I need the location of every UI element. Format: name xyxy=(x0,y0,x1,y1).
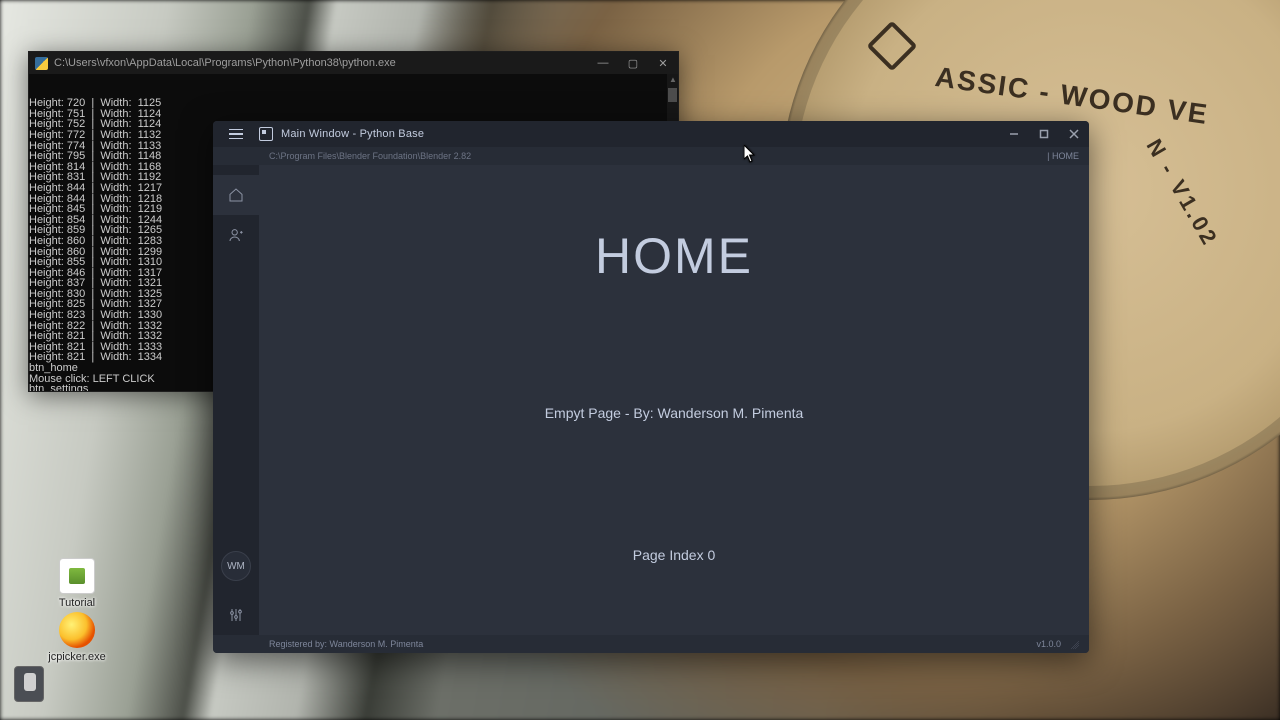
pybase-titlebar[interactable]: Main Window - Python Base xyxy=(213,121,1089,147)
status-version: v1.0.0 xyxy=(1036,639,1061,649)
sidebar-item-user[interactable] xyxy=(213,215,259,255)
sidebar: WM xyxy=(213,165,259,635)
resize-grip[interactable] xyxy=(1069,639,1079,649)
python-icon xyxy=(35,57,48,70)
minimize-button[interactable]: — xyxy=(588,52,618,74)
scroll-thumb[interactable] xyxy=(668,88,677,102)
folder-icon xyxy=(59,558,95,594)
pybase-window: Main Window - Python Base C:\Program Fil… xyxy=(213,121,1089,653)
desktop-icon-label: jcpicker.exe xyxy=(42,651,112,663)
home-icon xyxy=(228,187,244,203)
page-index-label: Page Index 0 xyxy=(633,547,716,563)
page-heading: HOME xyxy=(595,227,753,285)
taskbar-item[interactable] xyxy=(14,666,44,702)
console-title: C:\Users\vfxon\AppData\Local\Programs\Py… xyxy=(54,57,396,69)
sliders-icon xyxy=(228,607,244,623)
color-picker-icon xyxy=(59,612,95,648)
status-registered: Registered by: Wanderson M. Pimenta xyxy=(269,639,423,649)
current-path: C:\Program Files\Blender Foundation\Blen… xyxy=(269,151,471,161)
console-titlebar[interactable]: C:\Users\vfxon\AppData\Local\Programs\Py… xyxy=(29,52,678,74)
desktop-icon-jcpicker[interactable]: jcpicker.exe xyxy=(42,612,112,663)
minimize-button[interactable] xyxy=(999,121,1029,147)
page-content: HOME Empyt Page - By: Wanderson M. Pimen… xyxy=(259,165,1089,635)
app-icon xyxy=(259,127,273,141)
status-bar: Registered by: Wanderson M. Pimenta v1.0… xyxy=(213,635,1089,653)
desktop-icon-label: Tutorial xyxy=(42,597,112,609)
window-title: Main Window - Python Base xyxy=(281,128,424,140)
user-avatar[interactable]: WM xyxy=(221,551,251,581)
close-button[interactable] xyxy=(1059,121,1089,147)
maximize-button[interactable] xyxy=(1029,121,1059,147)
page-subtitle: Empyt Page - By: Wanderson M. Pimenta xyxy=(545,405,804,421)
desktop-icon-tutorial[interactable]: Tutorial xyxy=(42,558,112,609)
maximize-button[interactable]: ▢ xyxy=(618,52,648,74)
sidebar-item-home[interactable] xyxy=(213,175,259,215)
scroll-up-arrow[interactable]: ▲ xyxy=(669,76,676,83)
menu-toggle-button[interactable] xyxy=(213,121,259,147)
close-button[interactable]: ✕ xyxy=(648,52,678,74)
breadcrumb: | HOME xyxy=(1047,151,1079,161)
path-bar: C:\Program Files\Blender Foundation\Blen… xyxy=(213,147,1089,165)
user-add-icon xyxy=(228,227,244,243)
sidebar-item-settings[interactable] xyxy=(213,595,259,635)
